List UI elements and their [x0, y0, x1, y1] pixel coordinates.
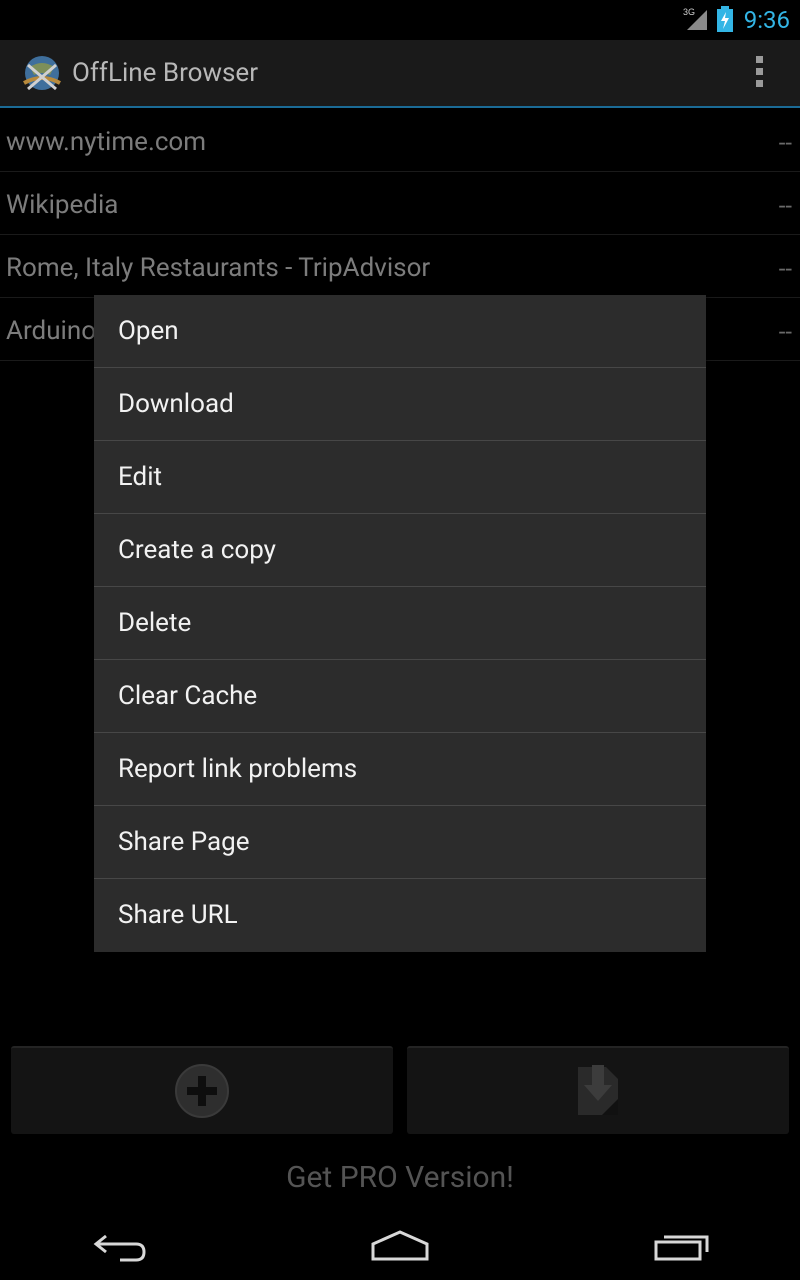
list-item-title: Arduino [6, 316, 97, 346]
offline-browser-globe-icon [23, 56, 61, 91]
list-item[interactable]: www.nytime.com -- [0, 109, 800, 172]
app-title: OffLine Browser [72, 58, 259, 88]
list-item-status: -- [778, 129, 792, 157]
menu-item-create-copy[interactable]: Create a copy [94, 514, 706, 587]
signal-3g-icon: 3G [683, 7, 707, 30]
list-item[interactable]: Rome, Italy Restaurants - TripAdvisor -- [0, 235, 800, 298]
overflow-menu-icon[interactable] [749, 56, 769, 92]
menu-item-label: Share URL [118, 900, 238, 930]
battery-charging-icon [717, 6, 733, 32]
recent-apps-icon[interactable] [654, 1232, 710, 1262]
menu-item-label: Share Page [118, 827, 250, 857]
list-item-status: -- [778, 318, 792, 346]
action-bar-divider [0, 106, 800, 108]
menu-item-label: Create a copy [118, 535, 276, 565]
svg-text:3G: 3G [683, 7, 695, 17]
list-item-status: -- [778, 255, 792, 283]
menu-item-open[interactable]: Open [94, 295, 706, 368]
add-bookmark-button[interactable] [11, 1046, 393, 1134]
list-item[interactable]: Wikipedia -- [0, 172, 800, 235]
home-icon[interactable] [370, 1228, 430, 1262]
menu-item-share-url[interactable]: Share URL [94, 879, 706, 952]
get-pro-link[interactable]: Get PRO Version! [0, 1160, 800, 1195]
action-bar: OffLine Browser [0, 40, 800, 106]
download-file-icon [578, 1065, 618, 1115]
add-circle-icon [175, 1064, 229, 1118]
list-item-title: Wikipedia [6, 190, 119, 220]
menu-item-delete[interactable]: Delete [94, 587, 706, 660]
menu-item-label: Report link problems [118, 754, 358, 784]
clock: 9:36 [743, 6, 790, 34]
list-item-status: -- [778, 192, 792, 220]
menu-item-label: Download [118, 389, 234, 419]
status-bar: 3G 9:36 [0, 0, 800, 40]
menu-item-label: Delete [118, 608, 192, 638]
menu-item-edit[interactable]: Edit [94, 441, 706, 514]
menu-item-clear-cache[interactable]: Clear Cache [94, 660, 706, 733]
list-item-title: Rome, Italy Restaurants - TripAdvisor [6, 253, 431, 283]
menu-item-report-link-problems[interactable]: Report link problems [94, 733, 706, 806]
menu-item-label: Clear Cache [118, 681, 258, 711]
context-menu: Open Download Edit Create a copy Delete … [94, 295, 706, 952]
menu-item-label: Edit [118, 462, 163, 492]
list-item-title: www.nytime.com [6, 127, 207, 157]
menu-item-download[interactable]: Download [94, 368, 706, 441]
menu-item-label: Open [118, 316, 179, 346]
download-button[interactable] [407, 1046, 789, 1134]
menu-item-share-page[interactable]: Share Page [94, 806, 706, 879]
back-icon[interactable] [92, 1228, 148, 1264]
